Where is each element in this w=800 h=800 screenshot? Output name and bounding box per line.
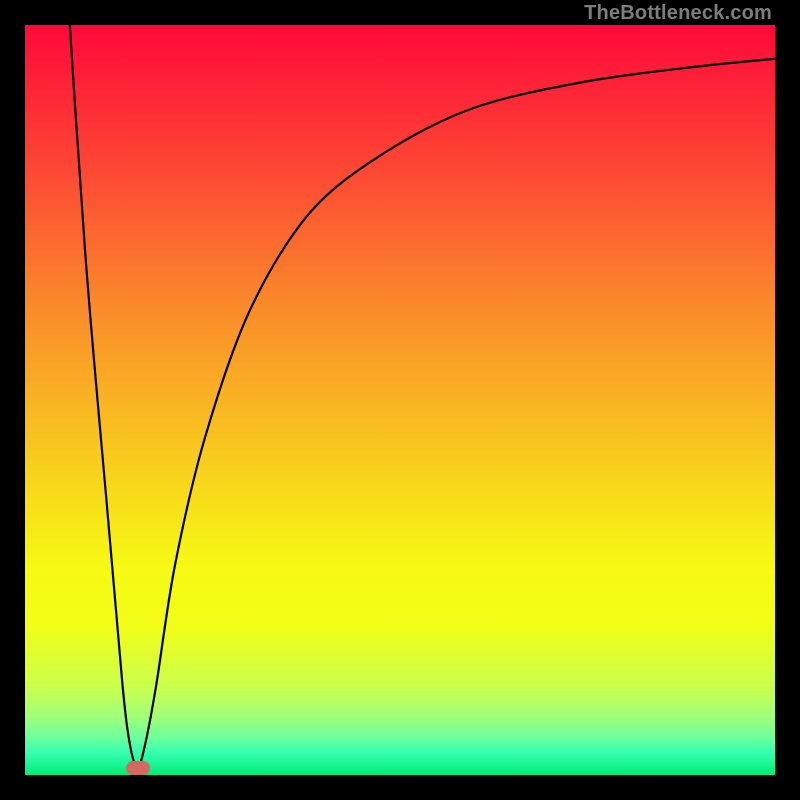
watermark-text: TheBottleneck.com [584, 2, 772, 25]
optimum-marker [126, 761, 150, 775]
plot-area [25, 25, 775, 775]
chart-frame: TheBottleneck.com [0, 0, 800, 800]
bottleneck-curve [25, 25, 775, 775]
curve-path [63, 25, 776, 768]
